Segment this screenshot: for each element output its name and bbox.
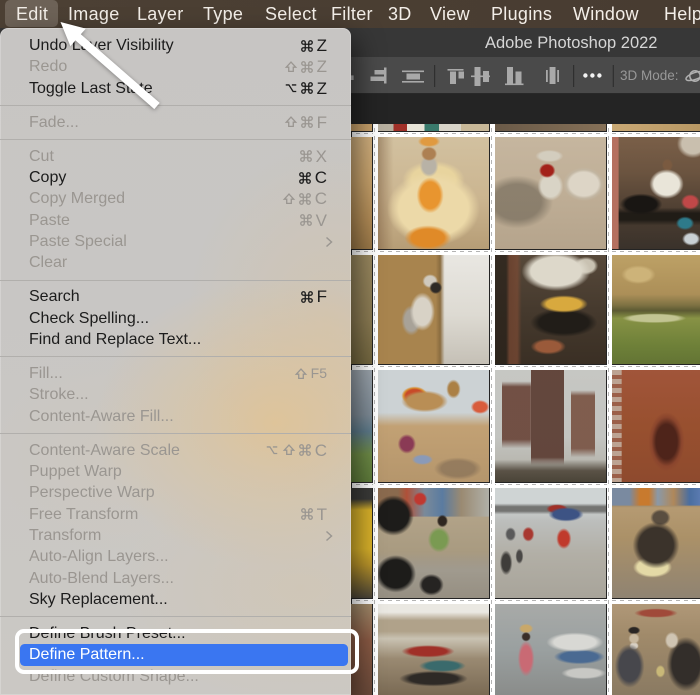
svg-text:3D Mode:: 3D Mode: — [620, 68, 679, 83]
